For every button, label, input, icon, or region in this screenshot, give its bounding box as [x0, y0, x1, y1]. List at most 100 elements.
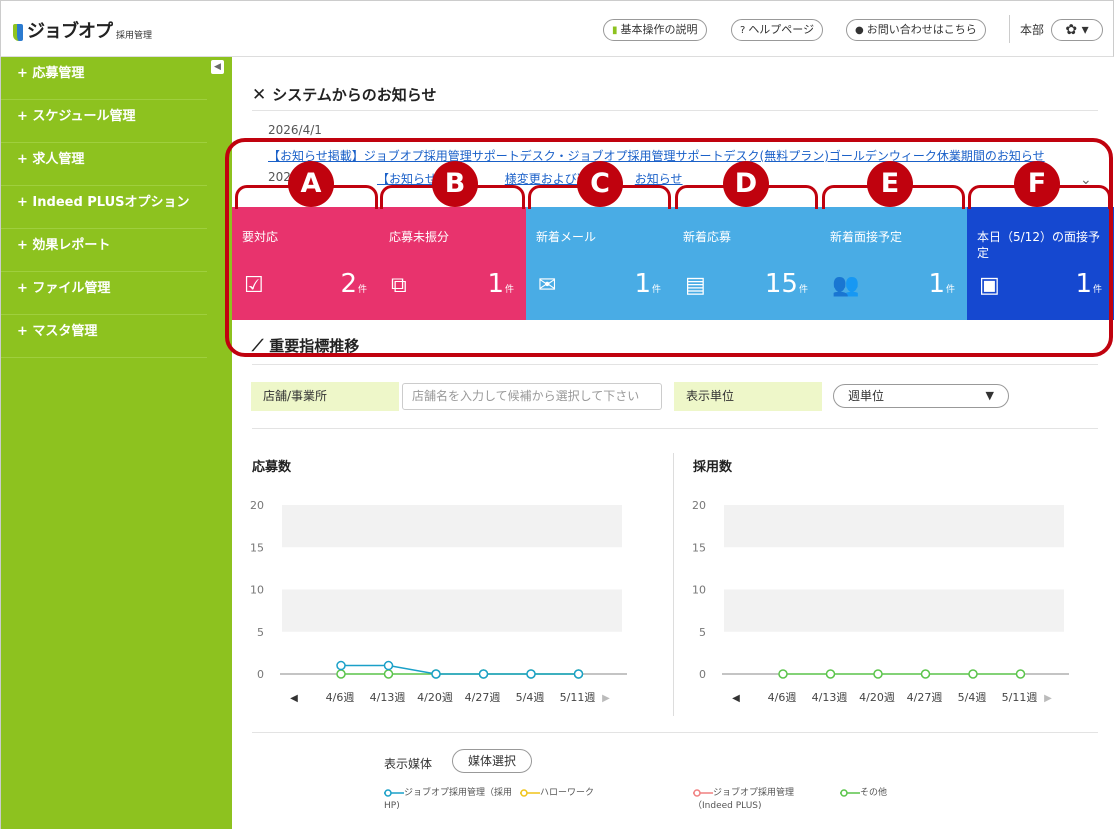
logo-mark-icon [13, 24, 23, 41]
help-page-label: ヘルプページ [748, 23, 815, 36]
sidebar-item-master[interactable]: + マスタ管理 [1, 315, 207, 358]
sidebar-item-reports[interactable]: + 効果レポート [1, 229, 207, 272]
x-tick-label: 5/11週 [1002, 691, 1038, 704]
app-logo[interactable]: ジョブオプ 採用管理 [13, 17, 152, 43]
notice-link-part: お知らせ [634, 172, 683, 186]
brand-subtitle: 採用管理 [116, 31, 153, 41]
calendar-check-icon: ▣ [979, 273, 1000, 298]
annotation-badge: F [1014, 161, 1060, 207]
notice-link[interactable]: 【お知らせ掲載】ジョブオプ採用管理サポートデスク・ジョブオプ採用管理サポートデス… [268, 147, 1045, 164]
data-point [383, 669, 394, 679]
legend-label: ハローワーク [540, 788, 595, 798]
guide-icon: ▮ [612, 25, 618, 36]
data-point [431, 669, 441, 679]
annotation-badge: A [288, 161, 334, 207]
display-unit-select[interactable]: 週単位 ▼ [833, 384, 1009, 408]
tile-today-interviews[interactable]: 本日（5/12）の面接予定 ▣ 1件 [967, 207, 1114, 320]
document-icon: ▤ [685, 273, 706, 298]
store-search-input[interactable]: 店舗名を入力して候補から選択して下さい [402, 383, 662, 410]
x-tick-label: 4/13週 [812, 691, 848, 704]
y-tick-label: 20 [692, 499, 706, 512]
x-tick-label: 5/4週 [516, 691, 545, 704]
tile-label: 新着メール [536, 230, 597, 244]
tile-count: 1件 [487, 269, 514, 299]
tile-count: 2件 [340, 269, 367, 299]
store-label: 店舗/事業所 [251, 382, 399, 411]
app-header: ジョブオプ 採用管理 ▮ 基本操作の説明 ? ヘルプページ ● お問い合わせはこちら … [0, 0, 1114, 57]
prev-arrow-icon[interactable]: ◀ [732, 693, 740, 704]
annotation-badge: B [432, 161, 478, 207]
basic-guide-button[interactable]: ▮ 基本操作の説明 [603, 19, 707, 41]
contact-label: お問い合わせはこちら [866, 23, 977, 36]
data-point [478, 669, 489, 679]
tile-label: 応募未振分 [389, 230, 450, 244]
sidebar-item-jobs[interactable]: + 求人管理 [1, 143, 207, 186]
next-arrow-icon[interactable]: ▶ [602, 693, 610, 704]
contact-button[interactable]: ● お問い合わせはこちら [846, 19, 986, 41]
next-arrow-icon[interactable]: ▶ [1044, 693, 1052, 704]
y-tick-label: 0 [257, 668, 264, 681]
sidebar: + 応募管理 + スケジュール管理 + 求人管理 + Indeed PLUSオプ… [0, 57, 232, 829]
y-tick-label: 15 [692, 541, 706, 554]
media-select-button[interactable]: 媒体選択 [452, 749, 532, 773]
annotation-badge: D [723, 161, 769, 207]
tile-label: 要対応 [242, 230, 279, 244]
notice-link-part: 【お知らせ [377, 172, 437, 186]
sidebar-item-applications[interactable]: + 応募管理 [1, 57, 207, 100]
kpi-title-text: 重要指標推移 [269, 337, 360, 355]
data-point [873, 669, 883, 679]
y-tick-label: 10 [250, 584, 264, 597]
sidebar-item-schedule[interactable]: + スケジュール管理 [1, 100, 207, 143]
data-point [383, 660, 394, 671]
grid-band [282, 505, 622, 548]
legend-item: ジョブオプ採用管理（Indeed PLUS) [693, 787, 823, 813]
kpi-title: ⟋ 重要指標推移 [252, 335, 359, 356]
legend-item: ハローワーク [520, 787, 630, 800]
y-tick-label: 10 [692, 584, 706, 597]
media-label: 表示媒体 [384, 757, 433, 771]
legend-label: ジョブオプ採用管理（採用HP) [384, 788, 513, 811]
data-point [920, 669, 931, 679]
user-name: 本部 [1020, 23, 1045, 37]
tile-new-applications[interactable]: 新着応募 ▤ 15件 [673, 207, 820, 320]
divider [252, 364, 1098, 365]
data-point [526, 669, 536, 679]
x-tick-label: 4/27週 [465, 691, 501, 704]
sidebar-item-files[interactable]: + ファイル管理 [1, 272, 207, 315]
chevron-down-icon: ▼ [985, 389, 994, 402]
x-tick-label: 4/13週 [370, 691, 406, 704]
tile-label: 新着応募 [683, 230, 732, 244]
tile-unassigned-applications[interactable]: 応募未振分 ⧉ 1件 [379, 207, 526, 320]
tools-icon: ✕ [252, 85, 267, 105]
y-tick-label: 20 [250, 499, 264, 512]
checkbox-icon: ☑ [244, 273, 264, 298]
legend-label: その他 [860, 788, 888, 798]
brand-name: ジョブオプ [27, 21, 113, 42]
legend-item: その他 [840, 787, 920, 800]
y-tick-label: 5 [699, 626, 706, 639]
x-tick-label: 4/6週 [326, 691, 355, 704]
y-tick-label: 15 [250, 541, 264, 554]
series-line [341, 664, 579, 675]
tile-new-interviews[interactable]: 新着面接予定 👥 1件 [820, 207, 967, 320]
hires-line-chart: 0 5 10 15 20 4/6週 4/13週 4/20週 4/27週 5/4週 5/11週 ◀ ▶ [692, 499, 1069, 704]
settings-gear-icon[interactable]: ✿ ▾ [1051, 19, 1103, 41]
annotation-badge: C [577, 161, 623, 207]
tile-label: 新着面接予定 [830, 230, 903, 244]
unit-label: 表示単位 [674, 382, 822, 411]
help-page-button[interactable]: ? ヘルプページ [731, 19, 824, 41]
data-point [968, 669, 978, 679]
grid-band [724, 505, 1064, 548]
sidebar-item-indeed-plus[interactable]: + Indeed PLUSオプション [1, 186, 207, 229]
tile-action-required[interactable]: 要対応 ☑ 2件 [232, 207, 379, 320]
x-tick-label: 5/11週 [560, 691, 596, 704]
y-tick-label: 0 [699, 668, 706, 681]
prev-arrow-icon[interactable]: ◀ [290, 693, 298, 704]
trend-chart-icon: ⟋ [252, 336, 264, 355]
sidebar-collapse-icon[interactable]: ◀ [211, 60, 224, 74]
data-point [825, 669, 836, 679]
tile-count: 1件 [1075, 269, 1102, 299]
tile-label: 本日（5/12）の面接予定 [977, 230, 1100, 260]
data-point [336, 660, 346, 671]
tile-new-mail[interactable]: 新着メール ✉ 1件 [526, 207, 673, 320]
